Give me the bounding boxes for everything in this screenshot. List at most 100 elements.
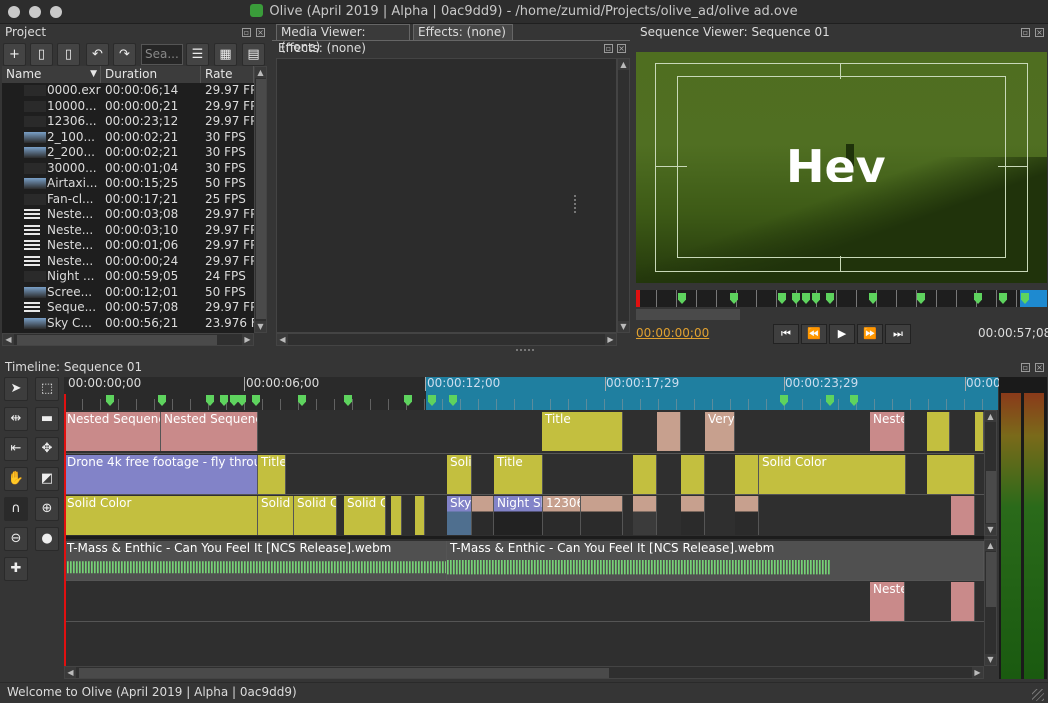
tab-media-viewer[interactable]: Media Viewer: (none) <box>276 24 410 54</box>
project-row[interactable]: Fan-cl... 00:00:17;21 25 FPS <box>4 192 252 207</box>
project-row[interactable]: Neste... 00:00:03;08 29.97 FPS <box>4 207 265 222</box>
redo-button[interactable]: ↷ <box>113 43 136 66</box>
project-row[interactable]: 0000.exr 00:00:06;14 29.97 FPS <box>4 83 265 98</box>
clip-nested[interactable]: Neste <box>870 412 905 451</box>
open-project-button[interactable]: ▯ <box>30 43 53 66</box>
scroll-up-icon[interactable]: ▲ <box>985 411 996 422</box>
project-row[interactable]: 2_200... 00:00:02;21 30 FPS <box>4 145 252 160</box>
clip-night-sky[interactable]: Night Sk <box>494 496 543 535</box>
clip-solid[interactable]: Soli <box>447 455 472 494</box>
close-panel-icon[interactable]: × <box>1035 363 1044 372</box>
project-row[interactable]: 10000... 00:00:00;21 29.97 FPS <box>4 99 265 114</box>
undo-button[interactable]: ↶ <box>86 43 109 66</box>
scroll-up-icon[interactable]: ▲ <box>618 59 629 70</box>
project-row[interactable]: Neste... 00:00:01;06 29.97 FPS <box>4 238 265 253</box>
clip-solid[interactable] <box>391 496 402 535</box>
scroll-down-icon[interactable]: ▼ <box>618 321 629 332</box>
close-panel-icon[interactable]: × <box>617 44 626 53</box>
razor-icon[interactable]: ⇤ <box>4 437 28 461</box>
save-project-button[interactable]: ▯ <box>57 43 80 66</box>
clip-nested[interactable] <box>951 496 975 535</box>
clip-image[interactable] <box>681 496 705 535</box>
effects-horizontal-scrollbar[interactable]: ◀ ▶ <box>276 333 617 346</box>
project-horizontal-scrollbar[interactable]: ◀ ▶ <box>2 333 254 346</box>
project-row[interactable]: 12306... 00:00:23;12 29.97 FPS <box>4 114 265 129</box>
clip-solid[interactable] <box>735 455 759 494</box>
scroll-down-icon[interactable]: ▼ <box>985 654 996 665</box>
h-scroll-thumb[interactable] <box>17 335 217 345</box>
effects-vertical-scrollbar[interactable]: ▲ ▼ <box>617 58 630 333</box>
slide-icon[interactable]: ✥ <box>35 437 59 461</box>
add-icon[interactable]: ✚ <box>4 557 28 581</box>
clip-image[interactable] <box>735 496 759 535</box>
clip-sky[interactable]: Sky <box>447 496 472 535</box>
column-name-header[interactable]: Name ▼ <box>2 66 101 83</box>
undock-icon[interactable]: ▫ <box>604 44 613 53</box>
clip-title[interactable]: Title <box>494 455 543 494</box>
icon-view-button[interactable]: ▦ <box>214 43 237 66</box>
pointer-icon[interactable]: ➤ <box>4 377 28 401</box>
project-row[interactable]: Neste... 00:00:03;10 29.97 FPS <box>4 223 265 238</box>
transition-icon[interactable]: ◩ <box>35 467 59 491</box>
tab-effects[interactable]: Effects: (none) <box>413 24 513 40</box>
current-timecode[interactable]: 00:00:00;00 <box>636 326 709 340</box>
project-vertical-scrollbar[interactable]: ▲ ▼ <box>254 66 267 333</box>
zoom-out-icon[interactable]: ⊖ <box>4 527 28 551</box>
project-row[interactable]: 2_100... 00:00:02;21 30 FPS <box>4 130 252 145</box>
viewer-timebar[interactable] <box>636 290 1047 307</box>
go-to-end-button[interactable]: ⏭ <box>885 324 911 344</box>
clip-solid[interactable] <box>681 455 705 494</box>
undock-icon[interactable]: ▫ <box>1021 363 1030 372</box>
undock-icon[interactable]: ▫ <box>242 28 251 37</box>
clip-very[interactable]: Very <box>705 412 735 451</box>
timeline-playhead[interactable] <box>64 394 66 666</box>
scroll-thumb[interactable] <box>986 471 996 523</box>
project-row[interactable]: Neste... 00:00:00;24 29.97 FPS <box>4 254 265 269</box>
project-row[interactable]: Sky C... 00:00:56;21 23.976 F <box>4 316 258 331</box>
clip-nested[interactable] <box>951 582 975 621</box>
scroll-left-icon[interactable]: ◀ <box>65 667 76 678</box>
project-row[interactable]: Airtaxi... 00:00:15;25 50 FPS <box>4 176 252 191</box>
zoom-in-icon[interactable]: ⊕ <box>35 497 59 521</box>
clip-solid[interactable] <box>633 455 657 494</box>
hand-icon[interactable]: ✋ <box>4 467 28 491</box>
project-search-input[interactable]: Sea... <box>141 44 183 65</box>
go-to-start-button[interactable]: ⏮ <box>773 324 799 344</box>
clip-solid[interactable] <box>927 412 950 451</box>
slip-icon[interactable]: ▬ <box>35 407 59 431</box>
clip-nested[interactable]: Neste <box>870 582 905 621</box>
close-panel-icon[interactable]: × <box>256 28 265 37</box>
splitter-handle[interactable] <box>516 349 534 353</box>
viewer-playhead[interactable] <box>636 290 640 307</box>
scroll-thumb[interactable] <box>986 552 996 607</box>
undock-icon[interactable]: ▫ <box>1021 28 1030 37</box>
clip-title[interactable]: Title <box>542 412 623 451</box>
h-scroll-thumb[interactable] <box>79 668 609 678</box>
clip-audio-track[interactable]: T-Mass & Enthic - Can You Feel It [NCS R… <box>447 541 984 580</box>
clip-drone-footage[interactable]: Drone 4k free footage - fly through <box>64 455 258 494</box>
timeline-ruler[interactable]: 00:00:00;00 00:00:06;00 00:00:12;00 00:0… <box>64 376 1005 410</box>
scroll-left-icon[interactable]: ◀ <box>3 334 14 345</box>
snap-icon[interactable]: ∩ <box>4 497 28 521</box>
scroll-up-icon[interactable]: ▲ <box>255 67 266 78</box>
scroll-right-icon[interactable]: ▶ <box>972 667 983 678</box>
audio-tracks-scrollbar[interactable]: ▲ ▼ <box>984 539 997 666</box>
clip-12306544[interactable]: 12306544 <box>543 496 581 535</box>
clip-image[interactable] <box>472 496 494 535</box>
project-row[interactable]: 30000... 00:00:01;04 30 FPS <box>4 161 252 176</box>
list-view-button[interactable]: ☰ <box>186 43 209 66</box>
clip-solid[interactable]: Solid C <box>344 496 386 535</box>
scroll-right-icon[interactable]: ▶ <box>242 334 253 345</box>
splitter-handle[interactable] <box>574 195 576 213</box>
scroll-left-icon[interactable]: ◀ <box>277 334 288 345</box>
clip-solid[interactable]: Solid C <box>294 496 337 535</box>
clip-solid[interactable] <box>975 412 984 451</box>
clip-title[interactable]: Title <box>258 455 286 494</box>
clip-solid[interactable] <box>927 455 975 494</box>
project-row[interactable]: Scree... 00:00:12;01 50 FPS <box>4 285 252 300</box>
play-button[interactable]: ▶ <box>829 324 855 344</box>
scroll-down-icon[interactable]: ▼ <box>985 524 996 535</box>
clip-audio-track[interactable]: T-Mass & Enthic - Can You Feel It [NCS R… <box>64 541 447 580</box>
clip-solid-color[interactable]: Solid Color <box>759 455 906 494</box>
clip-image[interactable] <box>657 412 681 451</box>
